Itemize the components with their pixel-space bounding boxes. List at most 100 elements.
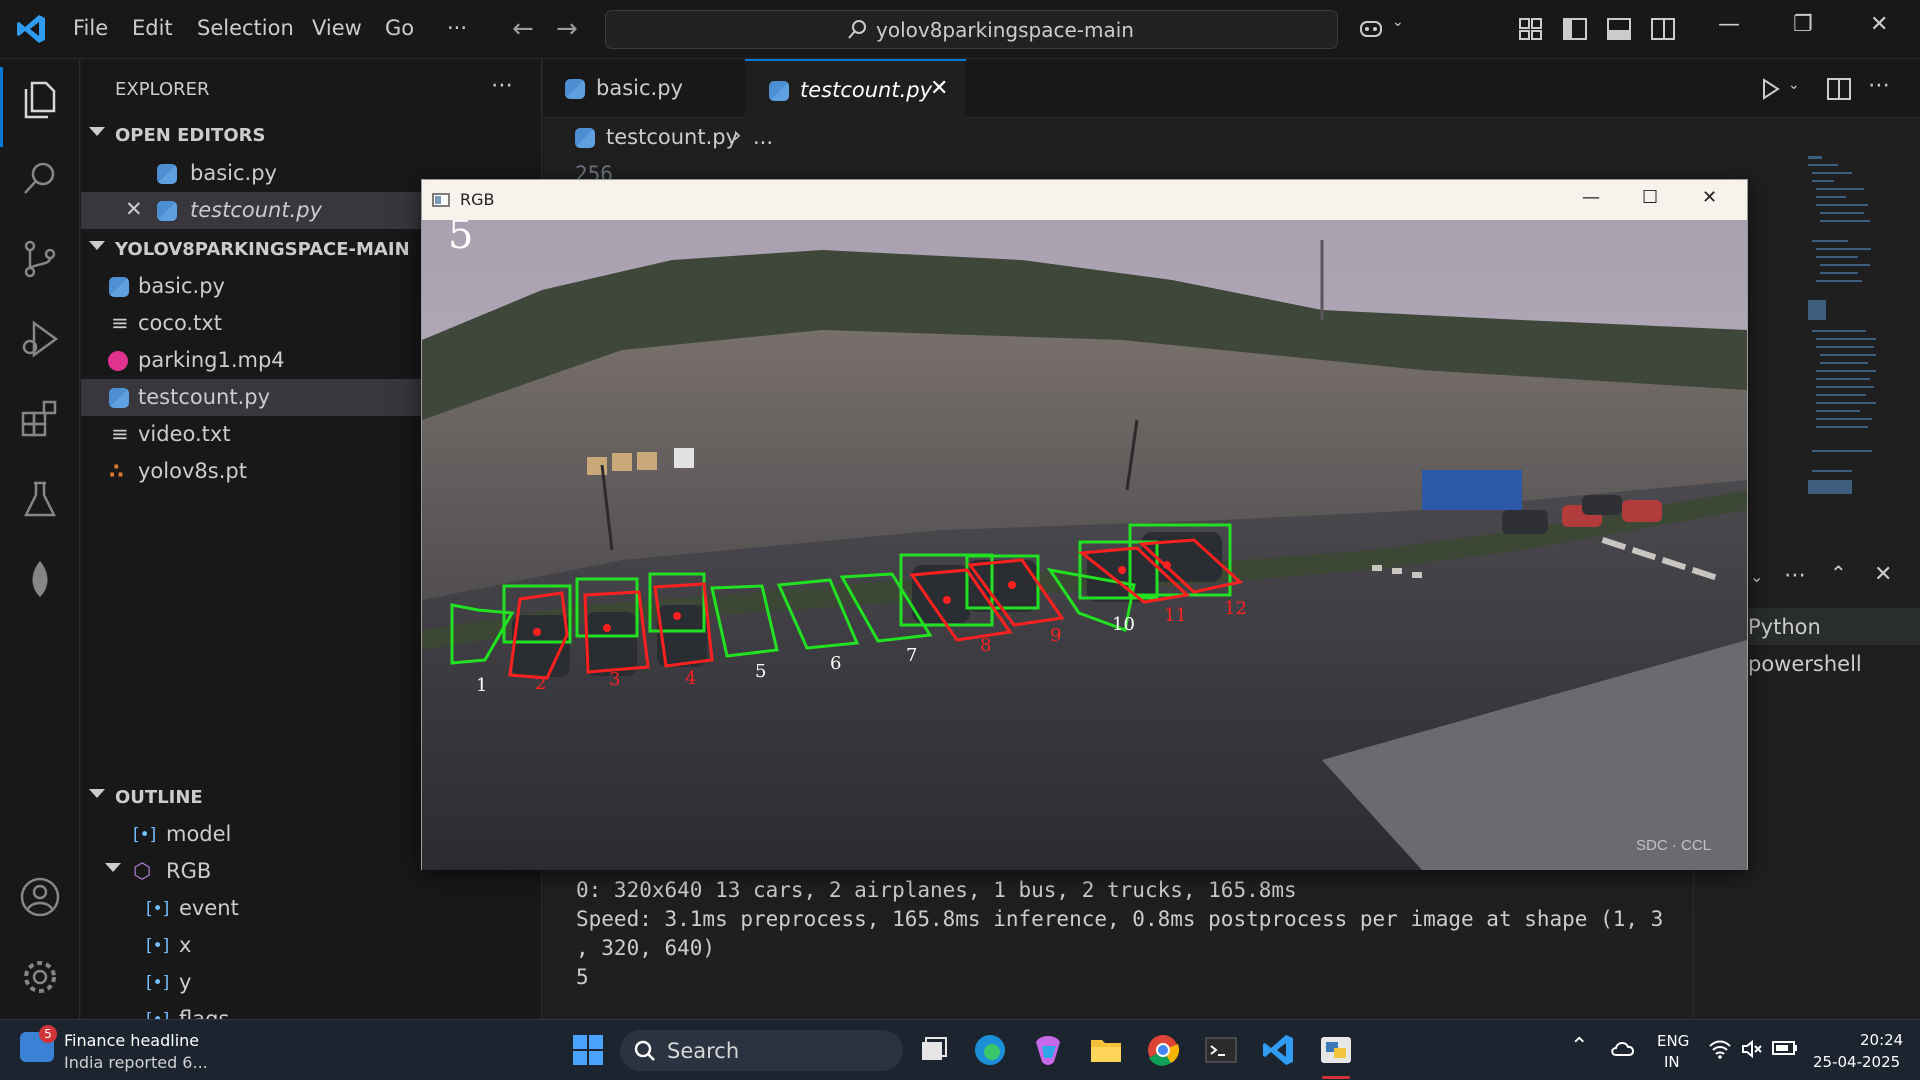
rgb-minimize-button[interactable]: — [1582, 187, 1600, 208]
outline-item[interactable]: [•] event [81, 890, 542, 927]
slot-label: 10 [1112, 614, 1135, 635]
back-arrow-icon[interactable]: ← [512, 14, 534, 44]
variable-icon: [•] [133, 825, 157, 845]
title-bar: File Edit Selection View Go ··· ← → yolo… [0, 0, 1920, 59]
rgb-video-window[interactable]: RGB — ☐ ✕ 1 2 3 4 5 6 7 8 9 10 11 12 5 S… [421, 179, 1748, 870]
copilot-app-icon[interactable] [1030, 1032, 1066, 1068]
windows-start-icon[interactable] [570, 1032, 606, 1068]
account-icon[interactable] [18, 875, 62, 919]
terminal-app-icon[interactable] [1203, 1032, 1239, 1068]
slot-label: 8 [980, 635, 991, 656]
copilot-dropdown-icon[interactable]: ⌄ [1392, 14, 1404, 30]
open-editor-label: basic.py [190, 161, 277, 185]
menu-go[interactable]: Go [385, 16, 414, 40]
news-subtitle[interactable]: India reported 6... [64, 1053, 208, 1072]
clock-time[interactable]: 20:24 [1860, 1031, 1903, 1049]
menu-view[interactable]: View [312, 16, 362, 40]
variable-icon: [•] [146, 1010, 169, 1019]
outline-item[interactable]: [•] y [81, 964, 542, 1001]
menu-more[interactable]: ··· [447, 16, 467, 40]
extensions-icon[interactable] [18, 397, 62, 441]
customize-layout-icon[interactable] [1518, 16, 1544, 42]
slot-label: 4 [685, 668, 696, 689]
minimize-button[interactable]: — [1718, 12, 1740, 37]
rss-file-icon: ∴ [109, 459, 124, 483]
slot-label: 1 [476, 675, 487, 696]
task-view-icon[interactable] [916, 1032, 952, 1068]
show-hidden-icons-chevron[interactable]: ⌃ [1570, 1034, 1588, 1059]
battery-icon[interactable] [1772, 1040, 1798, 1056]
run-python-file-icon[interactable] [1758, 77, 1782, 101]
input-language-bottom[interactable]: IN [1664, 1053, 1680, 1071]
run-debug-icon[interactable] [18, 317, 62, 361]
close-panel-icon[interactable]: ✕ [1874, 562, 1892, 587]
parking-video-frame[interactable]: 1 2 3 4 5 6 7 8 9 10 11 12 5 SDC · CCL [422, 220, 1747, 870]
editor-more-actions-icon[interactable]: ⋯ [1868, 73, 1890, 98]
taskbar-search[interactable]: Search [620, 1030, 903, 1071]
forward-arrow-icon[interactable]: → [556, 14, 578, 44]
toggle-secondary-sidebar-icon[interactable] [1650, 16, 1676, 42]
close-tab-icon[interactable]: ✕ [930, 76, 948, 101]
terminal-line: 5 [576, 965, 589, 989]
command-center-search[interactable]: yolov8parkingspace-main [605, 10, 1338, 49]
tab-basic-py[interactable]: basic.py [543, 59, 745, 118]
close-editor-icon[interactable]: ✕ [125, 197, 143, 221]
outline-item[interactable]: [•] x [81, 927, 542, 964]
close-window-button[interactable]: ✕ [1870, 12, 1888, 37]
settings-gear-icon[interactable] [18, 955, 62, 999]
activity-bar [0, 59, 80, 1019]
split-editor-icon[interactable] [1826, 77, 1852, 101]
clock-date[interactable]: 25-04-2025 [1813, 1053, 1900, 1071]
panel-more-actions-icon[interactable]: ⋯ [1784, 563, 1806, 588]
edge-browser-icon[interactable] [972, 1032, 1008, 1068]
toggle-panel-icon[interactable] [1606, 16, 1632, 42]
mongodb-leaf-icon[interactable] [18, 557, 62, 601]
python-app-icon[interactable] [1318, 1032, 1354, 1068]
explorer-icon[interactable] [18, 77, 62, 121]
slot-label: 11 [1164, 605, 1187, 626]
centroid-dot [673, 612, 681, 620]
copilot-icon[interactable] [1358, 16, 1384, 42]
wifi-icon[interactable] [1708, 1038, 1732, 1060]
restore-button[interactable]: ❐ [1793, 12, 1813, 37]
vscode-app-icon[interactable] [1260, 1032, 1296, 1068]
panel-dropdown-icon[interactable]: ⌄ [1750, 567, 1763, 586]
testing-flask-icon[interactable] [18, 477, 62, 521]
text-file-icon: ≡ [111, 422, 129, 446]
rgb-window-title: RGB [460, 190, 495, 209]
rgb-window-titlebar[interactable]: RGB — ☐ ✕ [422, 180, 1747, 220]
open-editors-header[interactable]: OPEN EDITORS [81, 117, 542, 154]
breadcrumb-file[interactable]: testcount.py [606, 125, 738, 149]
menu-selection[interactable]: Selection [197, 16, 294, 40]
slot-label: 2 [535, 673, 546, 694]
rgb-maximize-button[interactable]: ☐ [1642, 187, 1658, 208]
search-icon [634, 1040, 655, 1061]
maximize-panel-icon[interactable]: ⌃ [1830, 561, 1847, 585]
menu-edit[interactable]: Edit [132, 16, 173, 40]
news-badge: 5 [39, 1025, 57, 1043]
volume-muted-icon[interactable] [1740, 1038, 1764, 1060]
search-icon [848, 20, 866, 39]
onedrive-cloud-icon[interactable] [1610, 1039, 1636, 1057]
editor-tabs: basic.py testcount.py ✕ ⌄ ⋯ [543, 59, 1920, 118]
toggle-sidebar-icon[interactable] [1562, 16, 1588, 42]
news-title[interactable]: Finance headline [64, 1031, 199, 1050]
breadcrumb-rest[interactable]: ... [753, 125, 773, 149]
terminal-line: , 320, 640) [576, 936, 716, 960]
search-icon[interactable] [18, 157, 62, 201]
rgb-close-button[interactable]: ✕ [1702, 187, 1717, 208]
explorer-more-actions-icon[interactable]: ⋯ [491, 73, 513, 98]
terminal-output[interactable]: 0: 320x640 13 cars, 2 airplanes, 1 bus, … [543, 870, 1693, 1020]
active-app-indicator [1322, 1076, 1350, 1079]
tab-testcount-py[interactable]: testcount.py ✕ [745, 59, 966, 118]
chrome-browser-icon[interactable] [1145, 1032, 1181, 1068]
minimap[interactable] [1800, 150, 1880, 520]
source-control-icon[interactable] [18, 237, 62, 281]
python-file-icon [769, 81, 789, 101]
input-language-top[interactable]: ENG [1657, 1032, 1689, 1050]
run-dropdown-icon[interactable]: ⌄ [1788, 77, 1800, 93]
file-explorer-icon[interactable] [1088, 1032, 1124, 1068]
function-cube-icon: ⬡ [133, 859, 152, 883]
menu-file[interactable]: File [73, 16, 108, 40]
outline-item[interactable]: [•] flags [81, 1001, 542, 1019]
